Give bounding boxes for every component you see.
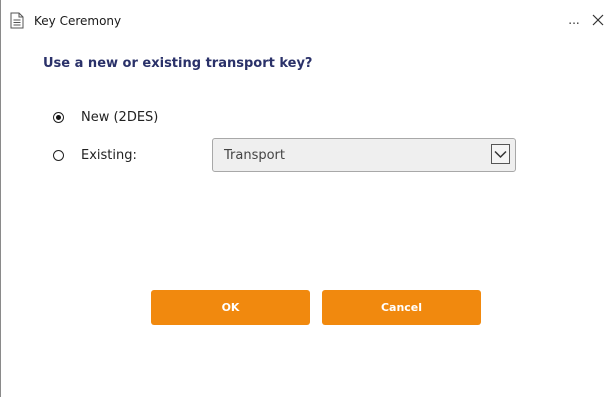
ok-button[interactable]: OK (151, 290, 310, 325)
dialog-question: Use a new or existing transport key? (43, 56, 313, 71)
transport-key-value: Transport (224, 148, 286, 163)
more-options-button[interactable]: ... (564, 10, 584, 30)
close-button[interactable] (587, 10, 609, 30)
dropdown-arrow-button[interactable] (491, 144, 510, 164)
option-new-label: New (2DES) (81, 109, 159, 125)
key-ceremony-window: Key Ceremony ... Use a new or existing t… (0, 0, 612, 397)
radio-existing[interactable] (53, 149, 64, 161)
title-bar: Key Ceremony ... (1, 0, 612, 40)
option-new-row[interactable]: New (2DES) (53, 107, 158, 127)
option-existing-label: Existing: (81, 147, 137, 163)
window-title: Key Ceremony (34, 14, 122, 28)
close-icon (592, 14, 604, 26)
option-existing-row[interactable]: Existing: (53, 145, 137, 165)
transport-key-select[interactable]: Transport (212, 138, 516, 172)
cancel-button[interactable]: Cancel (322, 290, 481, 325)
radio-new[interactable] (53, 111, 64, 123)
chevron-down-icon (494, 150, 507, 158)
document-icon (9, 12, 25, 29)
